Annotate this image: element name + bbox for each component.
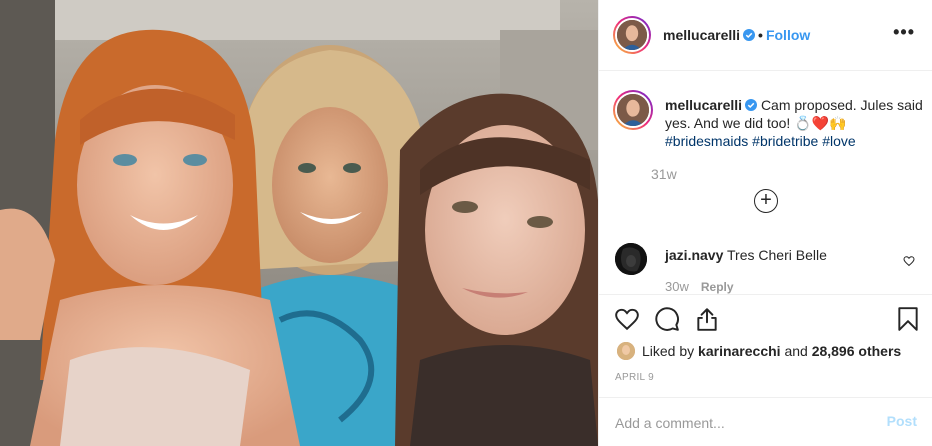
add-comment-section: Post [599,397,932,446]
post-header: mellucarelli • Follow ••• [599,0,932,71]
liker-avatar[interactable] [617,342,635,360]
hashtag-bridetribe[interactable]: #bridetribe [752,133,818,149]
selfie-image [0,0,598,446]
post-photo[interactable] [0,0,598,446]
header-username-row: mellucarelli • Follow [663,27,810,43]
commenter-username[interactable]: jazi.navy [665,247,723,263]
reply-button[interactable]: Reply [701,280,734,294]
post-panel: mellucarelli • Follow ••• mellucarelli Cam… [598,0,932,446]
liker-username[interactable]: karinarecchi [698,343,781,359]
post-date[interactable]: April 9 [615,372,654,383]
comment-icon[interactable] [654,306,680,332]
verified-badge-icon [745,99,758,111]
follow-button[interactable]: Follow [766,27,810,43]
author-username[interactable]: mellucarelli [663,27,740,43]
load-more-comments-icon[interactable]: + [754,189,778,213]
bookmark-icon[interactable] [895,306,921,332]
commenter-avatar[interactable] [615,243,647,275]
comment-text: Tres Cheri Belle [727,247,827,263]
comment-text-row: jazi.navy Tres Cheri Belle [665,247,827,263]
comment-like-heart-icon[interactable] [903,255,915,267]
share-icon[interactable] [694,306,720,332]
hashtag-bridesmaids[interactable]: #bridesmaids [665,133,748,149]
likes-others-count[interactable]: 28,896 others [812,343,902,359]
comment-meta: 30w Reply [665,279,734,294]
caption-username[interactable]: mellucarelli [665,97,742,113]
heart-icon[interactable] [614,306,640,332]
comments-section: mellucarelli Cam proposed. Jules said ye… [599,72,932,294]
separator-dot: • [758,27,763,43]
action-bar [599,294,932,346]
likes-prefix: Liked by [642,343,695,359]
caption-avatar[interactable] [613,90,653,130]
author-avatar[interactable] [613,16,651,54]
hashtag-love[interactable]: #love [822,133,855,149]
more-options-icon[interactable]: ••• [893,22,915,43]
comment-timestamp[interactable]: 30w [665,279,689,294]
likes-text: Liked by karinarecchi and 28,896 others [642,343,901,359]
caption-timestamp[interactable]: 31w [651,166,677,182]
likes-and: and [784,343,808,359]
verified-badge-icon [743,29,756,41]
likes-summary: Liked by karinarecchi and 28,896 others [615,342,925,362]
add-comment-input[interactable] [615,412,865,434]
post-comment-button[interactable]: Post [887,413,917,429]
caption-text-block: mellucarelli Cam proposed. Jules said ye… [665,96,925,150]
